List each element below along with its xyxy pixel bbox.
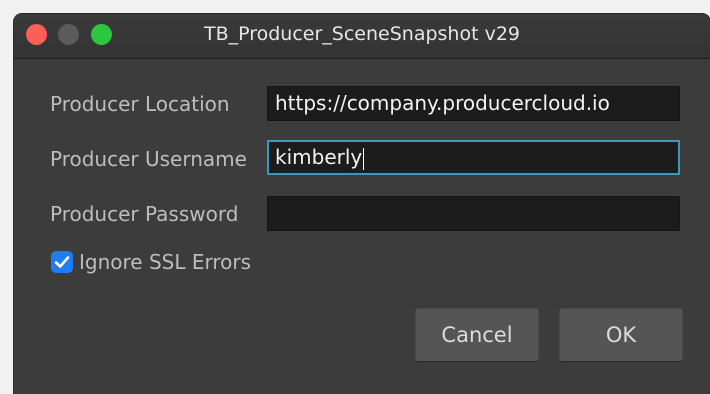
username-text: kimberly [275,145,363,169]
cancel-button[interactable]: Cancel [416,309,538,361]
producer-username-label: Producer Username [50,147,247,171]
producer-location-value: https://company.producercloud.io [275,91,610,115]
window-title: TB_Producer_SceneSnapshot v29 [203,23,521,45]
ignore-ssl-label[interactable]: Ignore SSL Errors [79,250,251,274]
text-caret [363,147,365,170]
producer-password-field[interactable] [267,196,680,231]
ignore-ssl-checkbox[interactable] [51,251,73,273]
producer-location-label: Producer Location [50,92,230,116]
title-bar[interactable]: TB_Producer_SceneSnapshot v29 [14,14,710,59]
checkmark-icon [54,256,70,268]
producer-username-value: kimberly [275,145,365,170]
producer-password-label: Producer Password [50,202,239,226]
producer-username-field[interactable]: kimberly [267,140,680,175]
ok-button[interactable]: OK [560,309,682,361]
dialog-window: TB_Producer_SceneSnapshot v29 Producer L… [14,14,710,394]
producer-location-field[interactable]: https://company.producercloud.io [267,86,680,121]
